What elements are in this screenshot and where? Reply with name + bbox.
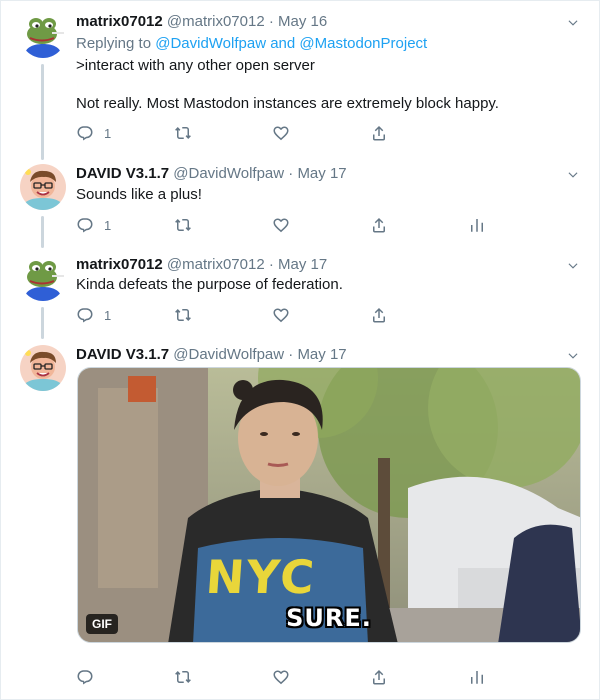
reply-icon xyxy=(76,306,94,324)
user-handle[interactable]: @DavidWolfpaw xyxy=(173,346,284,363)
share-button[interactable] xyxy=(370,667,388,687)
frog-avatar[interactable] xyxy=(20,255,66,301)
share-button[interactable] xyxy=(370,123,388,143)
like-button[interactable] xyxy=(272,123,290,143)
separator: · xyxy=(288,346,294,363)
tweet-header: matrix07012 @matrix07012 · May 17 xyxy=(76,255,327,275)
mention-and[interactable]: and xyxy=(270,35,295,52)
mention-link[interactable]: @MastodonProject xyxy=(299,35,427,52)
reply-count: 1 xyxy=(104,217,112,233)
reply-button[interactable] xyxy=(76,667,94,687)
tweet-actions xyxy=(76,667,576,687)
tweet-header: matrix07012 @matrix07012 · May 16 xyxy=(76,12,327,32)
tweet-header: DAVID V3.1.7 @DavidWolfpaw · May 17 xyxy=(76,164,347,184)
analytics-icon xyxy=(468,216,486,234)
tweet-text-line: Kinda defeats the purpose of federation. xyxy=(76,276,343,293)
share-icon xyxy=(370,216,388,234)
analytics-button[interactable] xyxy=(468,667,486,687)
share-icon xyxy=(370,124,388,142)
like-button[interactable] xyxy=(272,667,290,687)
display-name[interactable]: matrix07012 xyxy=(76,256,163,273)
user-handle[interactable]: @matrix07012 xyxy=(167,13,265,30)
gif-badge: GIF xyxy=(86,614,118,634)
replying-to-label: Replying to xyxy=(76,35,152,52)
reply-button[interactable]: 1 xyxy=(76,123,111,143)
tweet-date[interactable]: May 17 xyxy=(297,346,346,363)
chevron-down-icon[interactable] xyxy=(566,168,580,182)
display-name[interactable]: DAVID V3.1.7 xyxy=(76,346,169,363)
gif-frame xyxy=(78,368,580,642)
tweet-actions: 1 xyxy=(76,123,576,143)
chevron-down-icon[interactable] xyxy=(566,259,580,273)
retweet-icon xyxy=(174,124,192,142)
reply-icon xyxy=(76,216,94,234)
share-icon xyxy=(370,668,388,686)
retweet-button[interactable] xyxy=(174,667,192,687)
gif-media[interactable]: NYC SURE. GIF xyxy=(77,367,581,643)
share-button[interactable] xyxy=(370,215,388,235)
like-icon xyxy=(272,216,290,234)
frog-avatar[interactable] xyxy=(20,12,66,58)
separator: · xyxy=(268,13,274,30)
like-button[interactable] xyxy=(272,215,290,235)
separator: · xyxy=(268,256,274,273)
display-name[interactable]: DAVID V3.1.7 xyxy=(76,165,169,182)
tweet-date[interactable]: May 17 xyxy=(278,256,327,273)
tweet-header: DAVID V3.1.7 @DavidWolfpaw · May 17 xyxy=(76,345,347,365)
replying-to-line: Replying to @DavidWolfpaw and @MastodonP… xyxy=(76,34,427,54)
tweet-date[interactable]: May 16 xyxy=(278,13,327,30)
thread-line xyxy=(41,216,44,248)
tweet-text-line: Sounds like a plus! xyxy=(76,186,202,203)
chevron-down-icon[interactable] xyxy=(566,16,580,30)
reply-icon xyxy=(76,668,94,686)
reply-count: 1 xyxy=(104,307,112,323)
retweet-icon xyxy=(174,216,192,234)
retweet-button[interactable] xyxy=(174,123,192,143)
reply-button[interactable]: 1 xyxy=(76,215,111,235)
reply-count: 1 xyxy=(104,125,112,141)
tweet-text-line: >interact with any other open server xyxy=(76,57,315,74)
chevron-down-icon[interactable] xyxy=(566,349,580,363)
like-icon xyxy=(272,306,290,324)
shirt-text: NYC xyxy=(204,550,318,604)
tweet-date[interactable]: May 17 xyxy=(297,165,346,182)
user-handle[interactable]: @DavidWolfpaw xyxy=(173,165,284,182)
thread-line xyxy=(41,307,44,339)
separator: · xyxy=(288,165,294,182)
mention-link[interactable]: @DavidWolfpaw xyxy=(155,35,266,52)
like-icon xyxy=(272,668,290,686)
cartoon-avatar[interactable] xyxy=(20,345,66,391)
retweet-button[interactable] xyxy=(174,305,192,325)
tweet-text-line: Not really. Most Mastodon instances are … xyxy=(76,95,499,112)
reply-button[interactable]: 1 xyxy=(76,305,111,325)
retweet-button[interactable] xyxy=(174,215,192,235)
reply-icon xyxy=(76,124,94,142)
share-button[interactable] xyxy=(370,305,388,325)
analytics-button[interactable] xyxy=(468,215,486,235)
thread-line xyxy=(41,64,44,160)
like-icon xyxy=(272,124,290,142)
tweet-actions: 1 xyxy=(76,215,576,235)
retweet-icon xyxy=(174,668,192,686)
share-icon xyxy=(370,306,388,324)
user-handle[interactable]: @matrix07012 xyxy=(167,256,265,273)
cartoon-avatar[interactable] xyxy=(20,164,66,210)
retweet-icon xyxy=(174,306,192,324)
analytics-icon xyxy=(468,668,486,686)
gif-caption: SURE. xyxy=(286,604,372,632)
display-name[interactable]: matrix07012 xyxy=(76,13,163,30)
tweet-actions: 1 xyxy=(76,305,576,325)
like-button[interactable] xyxy=(272,305,290,325)
